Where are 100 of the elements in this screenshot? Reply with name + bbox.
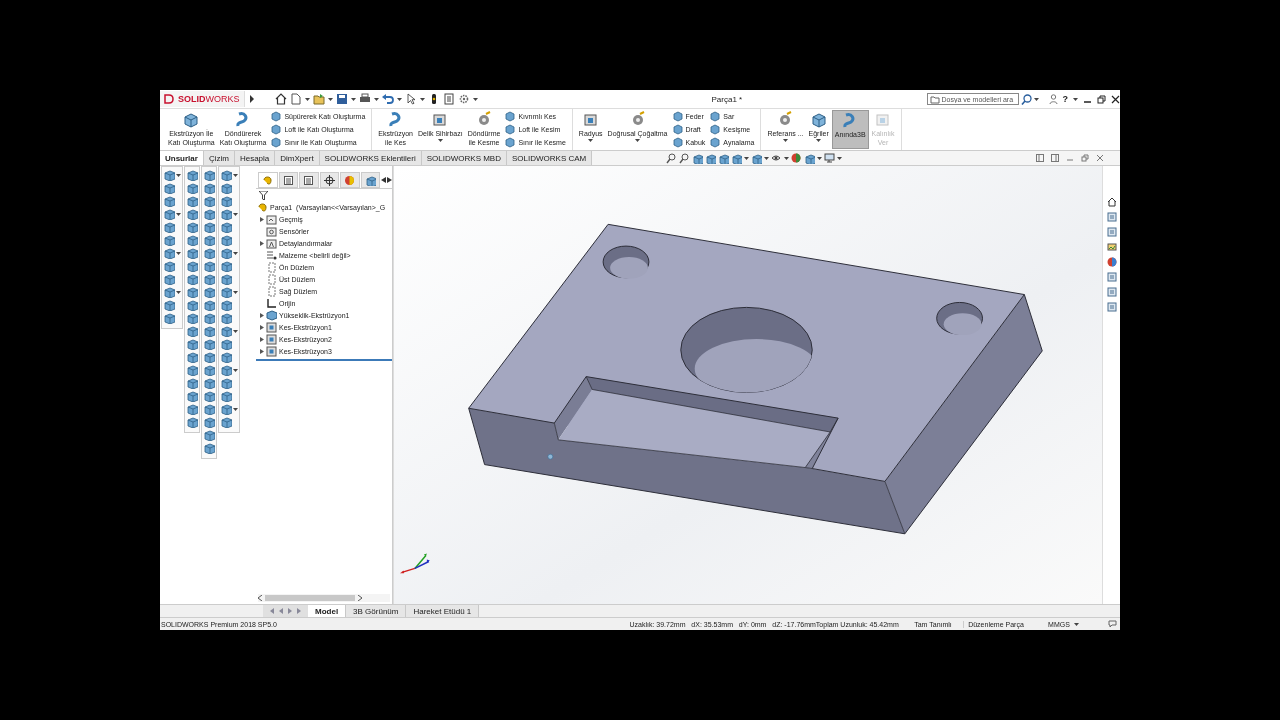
caret-icon[interactable] <box>396 97 402 101</box>
feature-icon[interactable] <box>271 124 282 135</box>
home-icon[interactable] <box>274 93 287 105</box>
caret-icon[interactable] <box>233 368 238 372</box>
tab[interactable]: SOLIDWORKS CAM <box>507 151 593 165</box>
restore-icon[interactable] <box>1097 94 1106 104</box>
caret-icon[interactable] <box>419 97 425 101</box>
caret-icon[interactable] <box>816 139 822 142</box>
tab[interactable]: Model <box>308 605 347 617</box>
caret-icon[interactable] <box>233 251 238 255</box>
undo-icon[interactable] <box>381 93 394 105</box>
feature-icon[interactable] <box>710 137 721 149</box>
caret-icon[interactable] <box>233 212 238 216</box>
plane-icon <box>266 273 277 285</box>
file-properties-icon[interactable] <box>442 93 455 105</box>
home-icon[interactable] <box>1106 197 1117 207</box>
horizontal-scrollbar[interactable] <box>258 594 390 602</box>
feature-tree-tab-icon[interactable] <box>262 174 274 186</box>
save-icon[interactable] <box>335 93 348 105</box>
caret-icon[interactable] <box>176 290 181 294</box>
tab[interactable]: Hesapla <box>234 151 276 165</box>
caret-icon[interactable] <box>1033 97 1039 101</box>
expand-arrow-icon[interactable] <box>248 95 255 103</box>
caret-icon[interactable] <box>233 407 238 411</box>
new-document-icon[interactable] <box>289 93 302 105</box>
feature-icon[interactable] <box>505 110 516 122</box>
caret-icon[interactable] <box>233 290 238 294</box>
axis-triad-icon[interactable] <box>399 553 430 574</box>
feature-icon[interactable] <box>505 124 516 135</box>
search-icon[interactable] <box>1020 93 1032 105</box>
tab[interactable]: SOLIDWORKS MBD <box>421 151 507 165</box>
caret-icon[interactable] <box>176 212 181 216</box>
part-drawing[interactable] <box>468 223 1043 535</box>
caret-icon[interactable] <box>784 156 789 160</box>
scroll-thumb[interactable] <box>265 595 355 601</box>
tab[interactable]: Unsurlar <box>160 151 204 165</box>
caret-icon[interactable] <box>176 251 181 255</box>
open-folder-icon[interactable] <box>312 93 325 105</box>
part-icon <box>257 201 268 213</box>
filter-icon[interactable] <box>259 190 268 200</box>
close-icon[interactable] <box>1111 94 1120 104</box>
color-sphere-icon[interactable] <box>791 152 802 164</box>
extrude-icon <box>266 309 277 321</box>
feature-icon[interactable] <box>710 110 721 122</box>
property-tab-icon[interactable] <box>282 174 294 186</box>
user-icon[interactable] <box>1048 94 1058 104</box>
print-icon[interactable] <box>358 93 371 105</box>
feature-icon[interactable] <box>505 137 516 149</box>
tile-window-icon[interactable] <box>1036 154 1044 162</box>
caret-icon[interactable] <box>1073 622 1079 626</box>
settings-icon[interactable] <box>457 93 470 105</box>
ds-logo-icon <box>164 94 176 104</box>
image-icon[interactable] <box>1106 242 1117 252</box>
caret-icon[interactable] <box>350 97 356 101</box>
caret-icon[interactable] <box>635 139 641 142</box>
tab[interactable]: Çizim <box>203 151 235 165</box>
eye-icon[interactable] <box>771 152 782 164</box>
material-icon <box>266 249 277 261</box>
caret-icon[interactable] <box>373 97 379 101</box>
expand-arrow-icon[interactable] <box>260 240 264 246</box>
tab[interactable]: 3B Görünüm <box>346 605 407 617</box>
document-title: Parça1 * <box>711 94 744 104</box>
zoom-icon[interactable] <box>666 152 677 164</box>
feature-icon[interactable] <box>271 137 282 149</box>
caret-icon[interactable] <box>472 97 478 101</box>
caret-icon[interactable] <box>588 139 594 142</box>
configuration-tab-icon[interactable] <box>303 174 315 186</box>
tab[interactable]: Hareket Etüdü 1 <box>406 605 480 617</box>
caret-icon[interactable] <box>744 156 749 160</box>
caret-icon[interactable] <box>233 329 238 333</box>
feature-icon[interactable] <box>672 124 683 135</box>
feature-icon[interactable] <box>271 110 282 122</box>
tile-window-icon[interactable] <box>1051 154 1059 162</box>
feature-icon[interactable] <box>672 137 683 149</box>
caret-icon[interactable] <box>817 156 822 160</box>
caret-icon[interactable] <box>837 156 842 160</box>
monitor-icon[interactable] <box>824 152 835 164</box>
plane-icon <box>266 285 277 297</box>
pointer-icon[interactable] <box>404 93 417 105</box>
feature-icon[interactable] <box>718 152 729 164</box>
caret-icon[interactable] <box>233 173 238 177</box>
caret-icon[interactable] <box>764 156 769 160</box>
crosshair-icon[interactable] <box>323 174 335 186</box>
cut-extrude-icon <box>266 333 277 345</box>
tab[interactable]: DimXpert <box>275 151 320 165</box>
caret-icon[interactable] <box>327 97 333 101</box>
caret-icon[interactable] <box>176 173 181 177</box>
caret-icon[interactable] <box>1073 97 1078 101</box>
cut-extrude-icon <box>266 321 277 333</box>
caret-icon[interactable] <box>304 97 310 101</box>
color-sphere-icon[interactable] <box>1106 257 1117 267</box>
zoom-area-icon[interactable] <box>679 152 690 164</box>
tab[interactable]: SOLIDWORKS Eklentileri <box>319 151 422 165</box>
expand-arrow-icon[interactable] <box>260 216 264 222</box>
appearance-tab-icon[interactable] <box>344 174 356 186</box>
feature-icon[interactable] <box>672 110 683 122</box>
caret-icon[interactable] <box>437 139 443 142</box>
help-button[interactable]: ? <box>1062 94 1068 104</box>
caret-icon[interactable] <box>782 139 788 142</box>
feature-icon[interactable] <box>710 124 721 135</box>
